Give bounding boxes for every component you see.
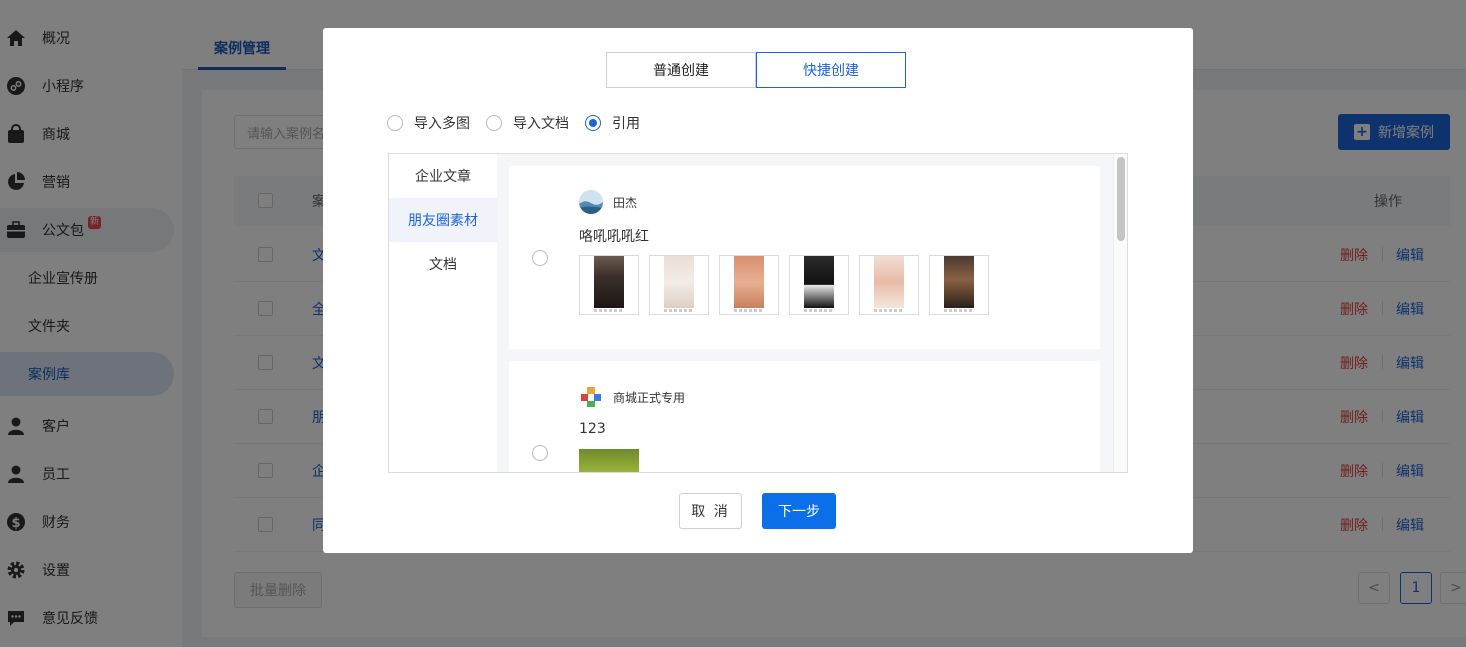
create-mode-tabs: 普通创建 快捷创建: [606, 52, 906, 88]
post-image-thumbnail[interactable]: [929, 255, 989, 315]
import-type-radio-group: 导入多图 导入文档 引用: [387, 113, 656, 133]
radio-label: 导入多图: [414, 116, 470, 132]
post-image-thumbnail[interactable]: [579, 255, 639, 315]
radio-button[interactable]: [486, 115, 502, 131]
cancel-button[interactable]: 取 消: [679, 493, 742, 529]
scrollbar-thumb[interactable]: [1117, 157, 1125, 241]
post-text: 123: [579, 421, 606, 437]
material-picker: 企业文章 朋友圈素材 文档 田杰 咯吼吼吼红 商城正式专用 123: [388, 153, 1128, 473]
category-moments-material[interactable]: 朋友圈素材: [389, 198, 497, 242]
radio-import-document[interactable]: 导入文档: [486, 113, 569, 133]
post-image-thumbnail[interactable]: [719, 255, 779, 315]
post-image-thumbnail[interactable]: [649, 255, 709, 315]
post-text: 咯吼吼吼红: [579, 229, 649, 245]
tab-quick-create[interactable]: 快捷创建: [756, 52, 906, 88]
radio-label: 引用: [612, 116, 640, 132]
picker-scrollbar[interactable]: [1113, 154, 1127, 472]
radio-button[interactable]: [585, 115, 601, 131]
author-name: 商城正式专用: [613, 391, 686, 405]
tab-normal-create[interactable]: 普通创建: [606, 52, 756, 88]
post-image-thumbnail[interactable]: [789, 255, 849, 315]
category-list: 企业文章 朋友圈素材 文档: [389, 154, 497, 472]
category-enterprise-article[interactable]: 企业文章: [389, 154, 497, 198]
post-select-radio[interactable]: [532, 250, 548, 266]
author-name: 田杰: [613, 196, 638, 210]
next-step-button[interactable]: 下一步: [762, 493, 836, 529]
post-select-radio[interactable]: [532, 445, 548, 461]
radio-reference[interactable]: 引用: [585, 113, 640, 133]
create-case-modal: 普通创建 快捷创建 导入多图 导入文档 引用 企业文章 朋友圈素材 文档 田杰 …: [323, 28, 1193, 553]
category-list-filler: [389, 286, 497, 472]
radio-import-images[interactable]: 导入多图: [387, 113, 470, 133]
category-document[interactable]: 文档: [389, 242, 497, 286]
author-logo-icon: [579, 385, 603, 409]
post-card[interactable]: 商城正式专用 123: [509, 361, 1100, 472]
post-list: 田杰 咯吼吼吼红 商城正式专用 123: [497, 154, 1113, 472]
radio-label: 导入文档: [513, 116, 569, 132]
post-image-thumbnail[interactable]: [579, 449, 639, 472]
author-avatar: [579, 190, 603, 214]
radio-button[interactable]: [387, 115, 403, 131]
post-card[interactable]: 田杰 咯吼吼吼红: [509, 166, 1100, 349]
post-image-thumbnail[interactable]: [859, 255, 919, 315]
